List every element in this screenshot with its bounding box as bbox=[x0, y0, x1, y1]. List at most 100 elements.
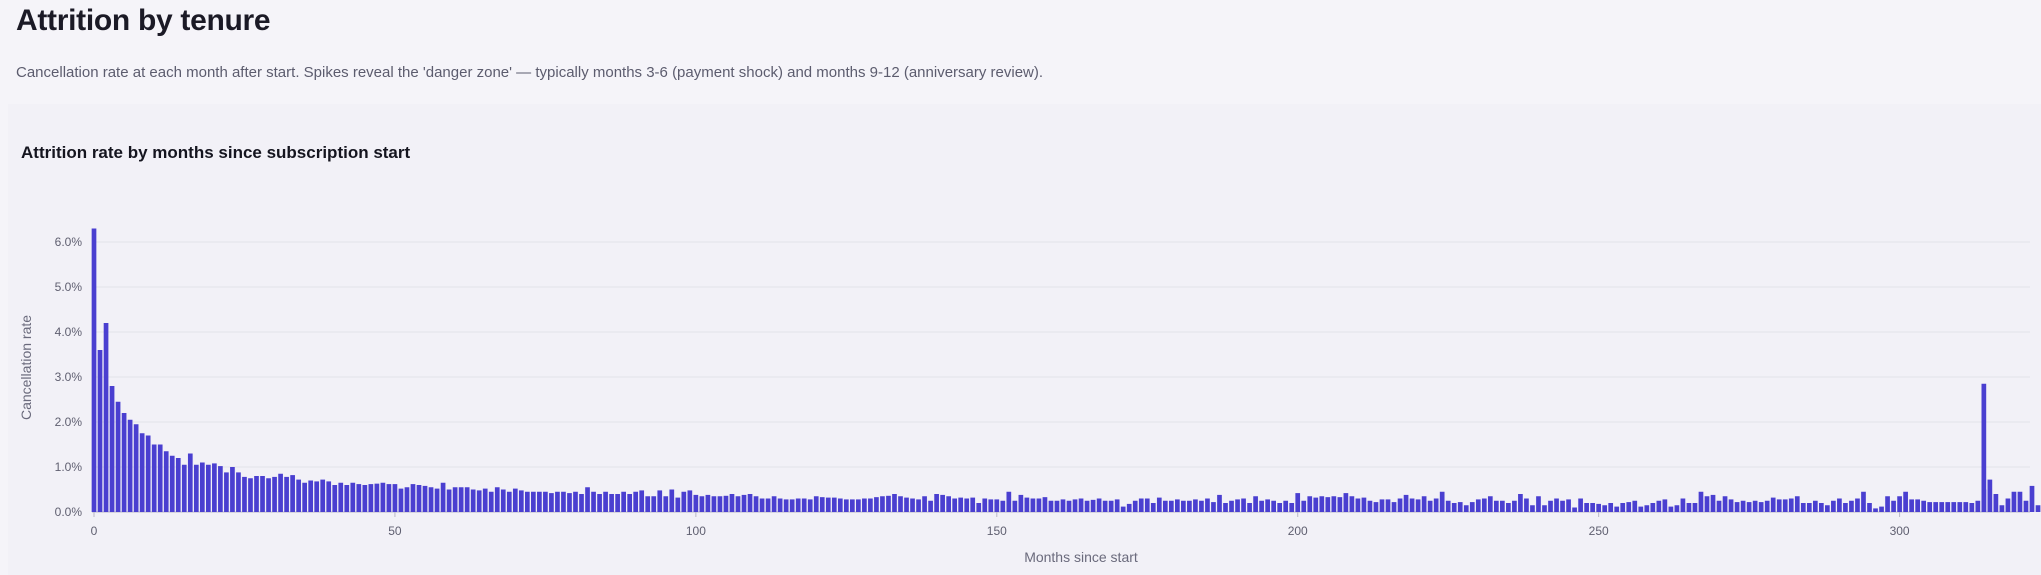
bar bbox=[1897, 496, 1902, 512]
bar bbox=[1451, 503, 1457, 512]
bar bbox=[735, 496, 741, 512]
bar bbox=[1235, 499, 1240, 512]
bar bbox=[1415, 499, 1421, 512]
bar bbox=[1873, 508, 1878, 512]
bar bbox=[1457, 502, 1463, 512]
bar bbox=[1626, 502, 1632, 512]
bar bbox=[1132, 500, 1138, 512]
bar bbox=[531, 491, 536, 512]
bar bbox=[759, 498, 765, 512]
x-tick-label: 300 bbox=[1890, 524, 1910, 538]
bar bbox=[1283, 500, 1289, 512]
attrition-bar-chart: 0.0% 1.0% 2.0% 3.0% 4.0% 5.0% 6.0% 0 50 100 150 20… bbox=[18, 228, 2041, 565]
bar bbox=[1078, 498, 1084, 512]
bar bbox=[2011, 491, 2017, 512]
bar bbox=[290, 475, 295, 512]
bar bbox=[1794, 496, 1800, 512]
bar bbox=[199, 462, 205, 512]
y-axis-label: Cancellation rate bbox=[18, 315, 34, 420]
bar bbox=[482, 488, 488, 512]
bar bbox=[392, 484, 398, 512]
bar bbox=[151, 444, 157, 512]
bar bbox=[1211, 502, 1216, 512]
bar bbox=[115, 401, 121, 512]
bars-group bbox=[91, 228, 2041, 512]
bar bbox=[1614, 506, 1620, 512]
bar bbox=[404, 487, 410, 512]
bar bbox=[1060, 499, 1066, 512]
bar bbox=[837, 498, 843, 512]
bar bbox=[1782, 499, 1788, 512]
bar bbox=[970, 497, 976, 512]
bar bbox=[145, 435, 151, 512]
bar bbox=[1800, 503, 1806, 512]
bar bbox=[1385, 499, 1391, 512]
bar bbox=[1806, 503, 1812, 512]
x-tick-label: 150 bbox=[987, 524, 1007, 538]
bar bbox=[693, 494, 699, 512]
bar bbox=[1734, 502, 1740, 512]
bar bbox=[1632, 500, 1638, 512]
grid-lines bbox=[92, 241, 2030, 513]
bar bbox=[723, 495, 729, 512]
bar bbox=[567, 493, 572, 512]
bar bbox=[206, 464, 211, 512]
bar bbox=[1885, 496, 1890, 512]
bar bbox=[1572, 507, 1577, 512]
bar bbox=[1265, 499, 1270, 512]
bar bbox=[747, 494, 753, 512]
bar bbox=[1849, 500, 1854, 512]
bar bbox=[1397, 498, 1403, 512]
bar bbox=[362, 485, 368, 512]
bar bbox=[850, 499, 855, 512]
bar bbox=[1963, 502, 1969, 512]
bar bbox=[254, 476, 259, 512]
bar bbox=[422, 485, 428, 512]
bar bbox=[1187, 500, 1192, 512]
bar bbox=[777, 498, 783, 512]
bar bbox=[801, 498, 807, 512]
bar bbox=[795, 498, 801, 512]
bar bbox=[952, 498, 958, 512]
bar bbox=[1951, 502, 1957, 512]
bar bbox=[699, 496, 705, 512]
bar bbox=[1223, 503, 1228, 512]
bar bbox=[898, 496, 903, 512]
bar bbox=[789, 499, 795, 512]
bar bbox=[627, 494, 633, 512]
bar bbox=[2017, 491, 2023, 512]
bar bbox=[1048, 500, 1054, 512]
bar bbox=[1313, 497, 1319, 512]
bar bbox=[1500, 500, 1505, 512]
bar bbox=[1837, 498, 1842, 512]
bar bbox=[1403, 494, 1409, 512]
bar bbox=[1566, 499, 1571, 512]
bar bbox=[127, 419, 133, 512]
bar bbox=[940, 494, 945, 512]
bar bbox=[446, 489, 452, 512]
bar bbox=[561, 491, 566, 512]
bar bbox=[886, 495, 891, 512]
bar bbox=[350, 482, 356, 512]
bar bbox=[609, 494, 614, 512]
bar bbox=[621, 491, 626, 512]
y-tick-label: 4.0% bbox=[55, 325, 83, 339]
bar bbox=[1343, 493, 1349, 512]
bar bbox=[862, 498, 867, 512]
bar bbox=[1680, 498, 1686, 512]
bar bbox=[187, 453, 193, 512]
bar bbox=[1536, 496, 1541, 512]
bar bbox=[585, 487, 590, 512]
bar bbox=[1891, 500, 1896, 512]
bar bbox=[326, 481, 332, 512]
bar bbox=[428, 487, 434, 512]
bar bbox=[579, 494, 584, 512]
bar bbox=[1301, 500, 1307, 512]
bar bbox=[248, 478, 253, 512]
bar bbox=[103, 323, 109, 512]
y-tick-label: 2.0% bbox=[55, 415, 83, 429]
bar bbox=[1903, 491, 1908, 512]
bar bbox=[488, 491, 494, 512]
bar bbox=[242, 476, 247, 512]
bar bbox=[705, 494, 711, 512]
